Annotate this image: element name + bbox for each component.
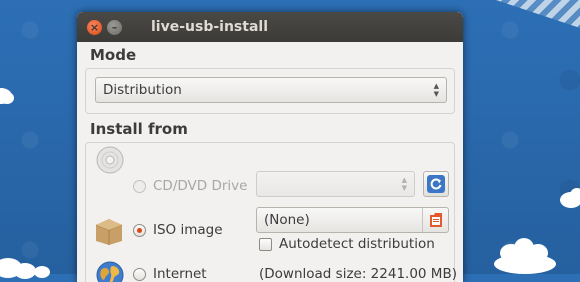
cd-drive-select[interactable]: ▲ ▼ bbox=[256, 171, 415, 197]
combo-arrows-icon: ▲ ▼ bbox=[401, 176, 407, 192]
file-open-icon bbox=[429, 213, 442, 227]
mode-select-value: Distribution bbox=[103, 82, 182, 98]
minimize-icon: – bbox=[111, 20, 118, 34]
iso-file-value: (None) bbox=[264, 212, 310, 228]
cd-dvd-radio[interactable] bbox=[133, 180, 146, 193]
close-window-button[interactable]: × bbox=[87, 19, 102, 35]
iso-image-label: ISO image bbox=[153, 222, 223, 238]
internet-radio[interactable] bbox=[133, 268, 146, 281]
file-open-button[interactable] bbox=[422, 208, 448, 232]
cd-dvd-label: CD/DVD Drive bbox=[153, 178, 248, 194]
refresh-icon bbox=[427, 175, 445, 193]
iso-image-radio[interactable] bbox=[133, 224, 146, 237]
minimize-window-button[interactable]: – bbox=[107, 19, 122, 35]
app-window: × – live-usb-install Mode Distribution ▲… bbox=[77, 12, 463, 282]
globe-icon bbox=[95, 260, 125, 282]
autodetect-label: Autodetect distribution bbox=[279, 236, 435, 252]
titlebar: × – live-usb-install bbox=[77, 12, 463, 42]
iso-file-chooser[interactable]: (None) bbox=[256, 207, 449, 233]
refresh-drives-button[interactable] bbox=[423, 171, 449, 197]
window-title: live-usb-install bbox=[151, 19, 268, 35]
mode-section-title: Mode bbox=[90, 46, 137, 64]
cd-disc-icon bbox=[95, 145, 125, 179]
mode-select[interactable]: Distribution ▲ ▼ bbox=[95, 77, 447, 103]
close-icon: × bbox=[89, 20, 100, 34]
autodetect-checkbox[interactable] bbox=[259, 238, 272, 251]
download-size-text: (Download size: 2241.00 MB) bbox=[259, 266, 457, 282]
combo-arrows-icon: ▲ ▼ bbox=[433, 82, 439, 98]
install-from-section-title: Install from bbox=[90, 120, 188, 138]
internet-label: Internet bbox=[153, 266, 207, 282]
package-box-icon bbox=[93, 216, 125, 250]
